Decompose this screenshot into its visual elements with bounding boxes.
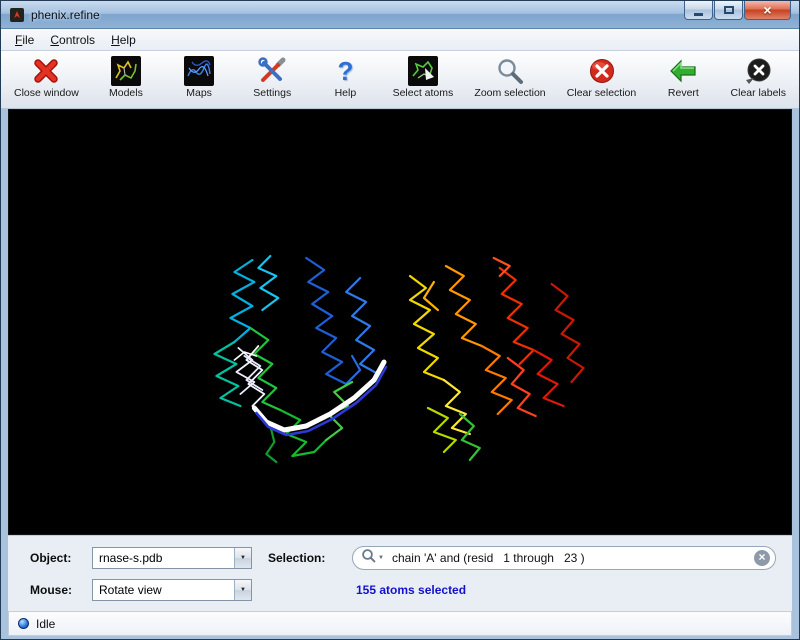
search-options-arrow-icon[interactable]: ▼ <box>378 555 384 561</box>
settings-icon <box>257 56 287 86</box>
menu-bar: File Controls Help <box>1 29 799 51</box>
toolbar-button-zoom-selection[interactable]: Zoom selection <box>471 55 548 100</box>
dropdown-arrow-icon: ▼ <box>234 580 251 600</box>
toolbar-button-select-atoms[interactable]: Select atoms <box>390 55 457 100</box>
maximize-icon <box>724 6 734 14</box>
controls-panel: Object: rnase-s.pdb ▼ Selection: ▼ × Mou… <box>8 535 792 611</box>
atoms-selected-text: 155 atoms selected <box>352 583 776 597</box>
clear-labels-icon <box>743 56 773 86</box>
toolbar-button-models[interactable]: Models <box>97 55 155 100</box>
dropdown-arrow-icon: ▼ <box>234 548 251 568</box>
object-dropdown-value: rnase-s.pdb <box>93 548 234 568</box>
revert-icon <box>668 56 698 86</box>
protein-model <box>9 110 791 534</box>
protein-trace-right-chain <box>410 258 584 460</box>
mouse-label: Mouse: <box>24 583 92 597</box>
close-window-icon <box>31 56 61 86</box>
clear-search-icon[interactable]: × <box>754 550 770 566</box>
molecule-viewport[interactable] <box>8 109 792 535</box>
close-icon: × <box>763 3 771 17</box>
mouse-mode-value: Rotate view <box>93 580 234 600</box>
toolbar-button-revert[interactable]: Revert <box>654 55 712 100</box>
protein-trace-left-chain <box>214 256 378 462</box>
app-icon <box>9 7 25 23</box>
mouse-mode-dropdown[interactable]: Rotate view ▼ <box>92 579 252 601</box>
app-window: phenix.refine × File Controls Help Close… <box>0 0 800 640</box>
help-icon: ? <box>330 56 360 86</box>
object-label: Object: <box>24 551 92 565</box>
select-atoms-icon <box>408 56 438 86</box>
title-bar[interactable]: phenix.refine × <box>1 1 799 29</box>
minimize-button[interactable] <box>684 1 713 20</box>
status-bar: Idle <box>8 611 792 636</box>
selection-label: Selection: <box>252 551 352 565</box>
toolbar-button-close-window[interactable]: Close window <box>11 55 82 100</box>
window-controls: × <box>683 1 791 20</box>
menu-help[interactable]: Help <box>103 31 144 49</box>
menu-controls[interactable]: Controls <box>42 31 103 49</box>
window-title: phenix.refine <box>31 8 100 22</box>
minimize-icon <box>694 13 703 16</box>
maximize-button[interactable] <box>714 1 743 20</box>
search-icon[interactable] <box>361 548 376 568</box>
selection-input[interactable] <box>388 551 752 565</box>
menu-file[interactable]: File <box>7 31 42 49</box>
client-area: Object: rnase-s.pdb ▼ Selection: ▼ × Mou… <box>1 109 799 639</box>
zoom-selection-icon <box>495 56 525 86</box>
toolbar-button-help[interactable]: ? Help <box>316 55 374 100</box>
toolbar-button-settings[interactable]: Settings <box>243 55 301 100</box>
close-button[interactable]: × <box>744 1 791 20</box>
status-text: Idle <box>36 617 55 631</box>
toolbar: Close window Models Maps Settings ? Help <box>1 51 799 109</box>
status-led-icon <box>18 618 29 629</box>
toolbar-button-clear-selection[interactable]: Clear selection <box>564 55 639 100</box>
object-dropdown[interactable]: rnase-s.pdb ▼ <box>92 547 252 569</box>
models-icon <box>111 56 141 86</box>
toolbar-button-maps[interactable]: Maps <box>170 55 228 100</box>
toolbar-button-clear-labels[interactable]: Clear labels <box>728 55 789 100</box>
maps-icon <box>184 56 214 86</box>
selection-searchbox: ▼ × <box>352 546 776 570</box>
clear-selection-icon <box>587 56 617 86</box>
